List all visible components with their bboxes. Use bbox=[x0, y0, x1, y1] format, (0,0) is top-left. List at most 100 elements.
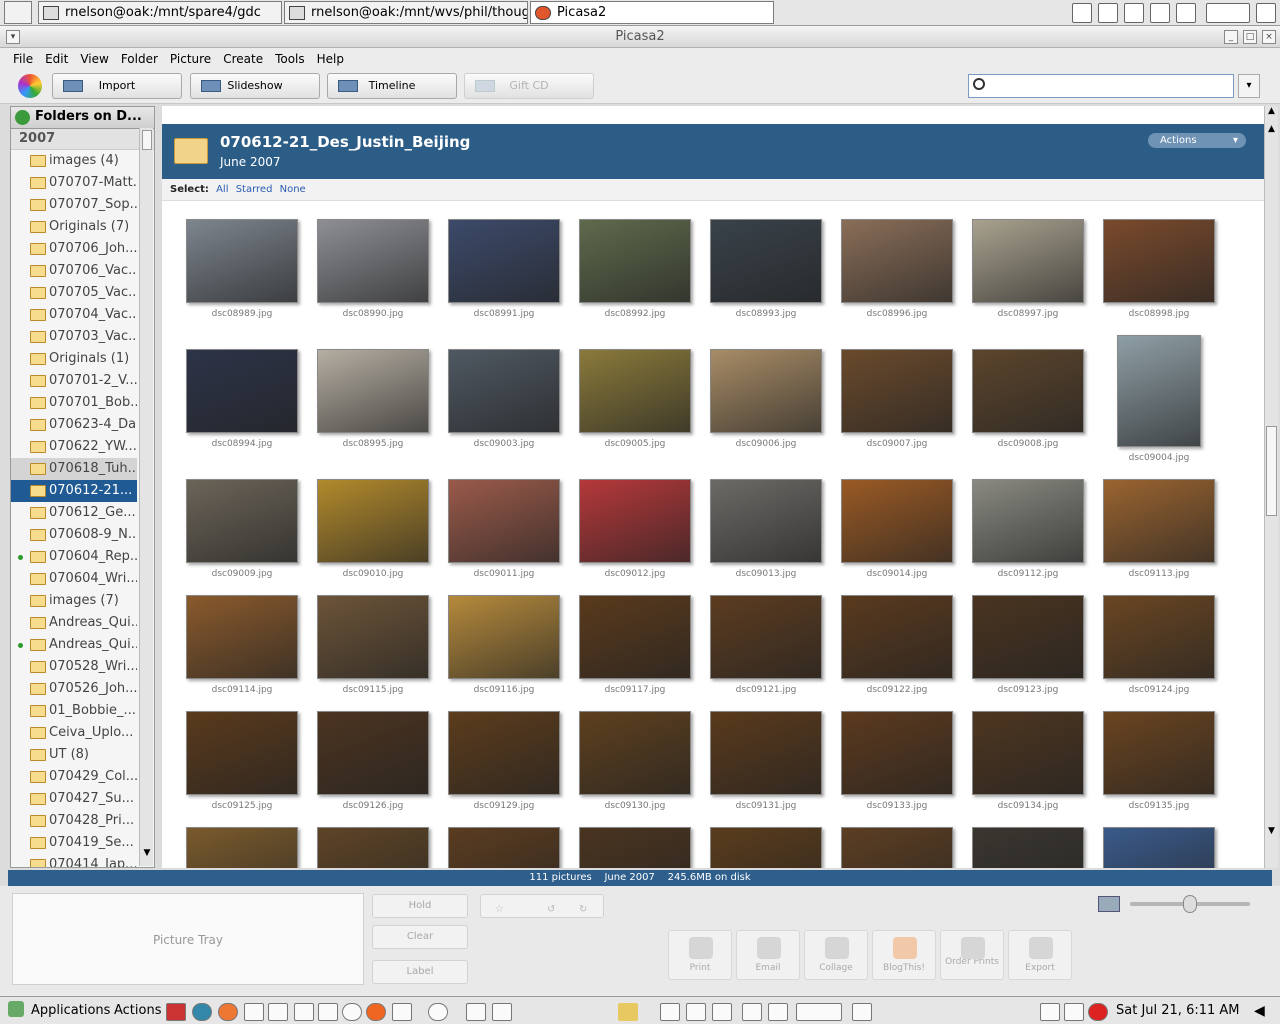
sidebar-folder-item[interactable]: UT (8) bbox=[11, 744, 137, 766]
photo-thumbnail[interactable] bbox=[448, 219, 560, 303]
photo-thumbnail[interactable] bbox=[1103, 711, 1215, 795]
sidebar-folder-item[interactable]: 070706_Vac... bbox=[11, 260, 137, 282]
photo-thumbnail[interactable] bbox=[972, 219, 1084, 303]
label-button[interactable]: Label bbox=[372, 960, 468, 984]
mail-icon[interactable] bbox=[342, 1003, 362, 1021]
order-prints-button[interactable]: Order Prints bbox=[940, 930, 1004, 980]
folder-icon[interactable] bbox=[618, 1003, 638, 1021]
photo-thumbnail[interactable] bbox=[710, 219, 822, 303]
blogthis-button[interactable]: BlogThis! bbox=[872, 930, 936, 980]
sidebar-folder-item[interactable]: 070701-2_V... bbox=[11, 370, 137, 392]
photo-thumbnail[interactable] bbox=[579, 711, 691, 795]
menu-picture[interactable]: Picture bbox=[170, 52, 211, 66]
photo-thumbnail[interactable] bbox=[448, 711, 560, 795]
magnifier-icon[interactable] bbox=[492, 1003, 512, 1021]
clear-button[interactable]: Clear bbox=[372, 925, 468, 949]
sidebar-folder-item[interactable]: 070623-4_Da... bbox=[11, 414, 137, 436]
window-titlebar[interactable]: ▾ Picasa2 _ □ × bbox=[0, 26, 1280, 48]
editor-icon[interactable] bbox=[268, 1003, 288, 1021]
sidebar-folder-item[interactable]: 070429_Col... bbox=[11, 766, 137, 788]
document-icon[interactable] bbox=[686, 1003, 706, 1021]
sidebar-folder-item[interactable]: Andreas_Qui... bbox=[11, 612, 137, 634]
phone-icon[interactable] bbox=[428, 1003, 448, 1021]
photo-thumbnail[interactable] bbox=[1103, 827, 1215, 868]
show-desktop-button[interactable] bbox=[4, 1, 32, 24]
sidebar-folder-item[interactable]: 070608-9_N... bbox=[11, 524, 137, 546]
photo-thumbnail[interactable] bbox=[317, 595, 429, 679]
search-input[interactable] bbox=[968, 74, 1234, 98]
photo-thumbnail[interactable] bbox=[972, 349, 1084, 433]
photo-thumbnail[interactable] bbox=[186, 349, 298, 433]
applications-menu[interactable]: Applications bbox=[31, 1003, 110, 1018]
sidebar-folder-item[interactable]: Originals (1) bbox=[11, 348, 137, 370]
import-button[interactable]: Import bbox=[52, 73, 182, 99]
photo-thumbnail[interactable] bbox=[317, 711, 429, 795]
select-starred-link[interactable]: Starred bbox=[236, 184, 273, 195]
screen-icon[interactable] bbox=[466, 1003, 486, 1021]
task-terminal-2[interactable]: rnelson@oak:/mnt/wvs/phil/thoughtlet bbox=[284, 1, 528, 24]
sidebar-folder-item[interactable]: 01_Bobbie_... bbox=[11, 700, 137, 722]
menu-tools[interactable]: Tools bbox=[275, 52, 305, 66]
actions-menu[interactable]: Actions bbox=[114, 1003, 162, 1018]
menu-file[interactable]: File bbox=[13, 52, 33, 66]
window-list-icon[interactable] bbox=[1176, 3, 1196, 23]
picture-tray[interactable]: Picture Tray bbox=[12, 893, 364, 985]
picasa-icon[interactable] bbox=[742, 1003, 762, 1021]
rotate-right-icon[interactable]: ↻ bbox=[579, 899, 587, 921]
sidebar-folder-item[interactable]: 070414_Jap... bbox=[11, 854, 137, 867]
photo-thumbnail[interactable] bbox=[1117, 335, 1201, 447]
photo-thumbnail[interactable] bbox=[841, 219, 953, 303]
alert-icon[interactable] bbox=[1088, 1003, 1108, 1021]
file-manager-icon[interactable] bbox=[244, 1003, 264, 1021]
window-list-icon[interactable] bbox=[768, 1003, 788, 1021]
firefox-icon[interactable] bbox=[366, 1003, 386, 1021]
photo-thumbnail[interactable] bbox=[1103, 219, 1215, 303]
photo-thumbnail[interactable] bbox=[710, 479, 822, 563]
task-picasa[interactable]: Picasa2 bbox=[530, 1, 774, 24]
sidebar-folder-item[interactable]: 070526_Joh... bbox=[11, 678, 137, 700]
folder-list-header[interactable]: Folders on D... bbox=[11, 107, 154, 129]
maximize-button[interactable]: □ bbox=[1243, 30, 1257, 44]
select-all-link[interactable]: All bbox=[216, 184, 228, 195]
photo-thumbnail[interactable] bbox=[448, 827, 560, 868]
photo-thumbnail[interactable] bbox=[710, 349, 822, 433]
main-scrollbar[interactable]: ▲ ▲ ▼ bbox=[1264, 106, 1278, 868]
gift-cd-button[interactable]: Gift CD bbox=[464, 73, 594, 99]
screenshot-icon[interactable] bbox=[392, 1003, 412, 1021]
picasa-icon[interactable] bbox=[1150, 3, 1170, 23]
scrollbar-thumb[interactable] bbox=[1266, 426, 1277, 516]
sidebar-folder-item[interactable]: 070707-Matt... bbox=[11, 172, 137, 194]
photo-thumbnail[interactable] bbox=[972, 711, 1084, 795]
photo-thumbnail[interactable] bbox=[579, 595, 691, 679]
firefox-icon[interactable] bbox=[1124, 3, 1144, 23]
scroll-down-arrow-icon[interactable]: ▼ bbox=[1265, 826, 1278, 840]
task-terminal-1[interactable]: rnelson@oak:/mnt/spare4/gdc bbox=[38, 1, 282, 24]
network-icon[interactable] bbox=[294, 1003, 314, 1021]
sidebar-folder-item[interactable]: 070604_Wri... bbox=[11, 568, 137, 590]
photo-thumbnail[interactable] bbox=[579, 349, 691, 433]
globe-icon[interactable] bbox=[192, 1003, 212, 1021]
photo-thumbnail[interactable] bbox=[579, 479, 691, 563]
sidebar-folder-item[interactable]: 070604_Rep... bbox=[11, 546, 137, 568]
update-icon[interactable] bbox=[1040, 1003, 1060, 1021]
photo-thumbnail[interactable] bbox=[317, 827, 429, 868]
photo-thumbnail[interactable] bbox=[1103, 595, 1215, 679]
sidebar-folder-item[interactable]: Ceiva_Uplo... bbox=[11, 722, 137, 744]
photo-thumbnail[interactable] bbox=[186, 827, 298, 868]
photo-thumbnail[interactable] bbox=[448, 349, 560, 433]
calendar-icon[interactable] bbox=[318, 1003, 338, 1021]
photo-thumbnail[interactable] bbox=[841, 711, 953, 795]
sidebar-folder-item[interactable]: 070428_Pri... bbox=[11, 810, 137, 832]
photo-thumbnail[interactable] bbox=[448, 479, 560, 563]
folder-title[interactable]: 070612-21_Des_Justin_Beijing bbox=[220, 133, 470, 151]
picasa-icon[interactable] bbox=[218, 1003, 238, 1021]
sidebar-folder-item[interactable]: 070612-21... bbox=[11, 480, 137, 502]
photo-thumbnail[interactable] bbox=[317, 479, 429, 563]
sidebar-folder-item[interactable]: Andreas_Qui... bbox=[11, 634, 137, 656]
sidebar-folder-item[interactable]: 070703_Vac... bbox=[11, 326, 137, 348]
photo-thumbnail[interactable] bbox=[710, 827, 822, 868]
export-button[interactable]: Export bbox=[1008, 930, 1072, 980]
sidebar-folder-item[interactable]: images (4) bbox=[11, 150, 137, 172]
photo-thumbnail[interactable] bbox=[972, 595, 1084, 679]
photo-thumbnail[interactable] bbox=[972, 479, 1084, 563]
